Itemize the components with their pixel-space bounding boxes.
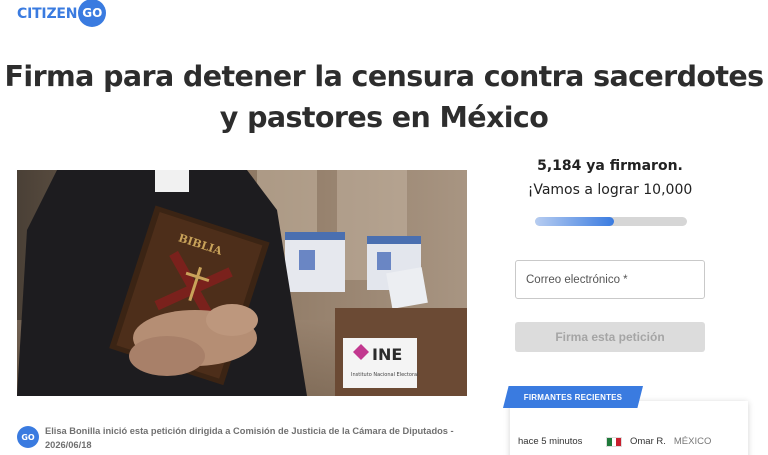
signature-goal: ¡Vamos a lograr 10,000 bbox=[527, 182, 693, 198]
email-field[interactable] bbox=[515, 260, 705, 299]
signature-count: 5,184 ya firmaron. bbox=[537, 158, 683, 174]
petition-title: Firma para detener la censura contra sac… bbox=[0, 56, 768, 138]
mexico-flag-icon bbox=[606, 436, 622, 447]
ine-subtitle-text: Instituto Nacional Electoral bbox=[351, 372, 418, 378]
recent-signer-country: MÉXICO bbox=[673, 436, 712, 447]
signature-progress-bar bbox=[535, 217, 687, 226]
author-avatar: GO bbox=[17, 426, 39, 448]
recent-signer-row: hace 5 minutos Omar R. MÉXICO bbox=[518, 436, 743, 447]
signature-progress-fill bbox=[535, 217, 614, 226]
citizengo-logo[interactable]: CITIZEN GO bbox=[17, 0, 107, 27]
ine-logo-text: INE bbox=[372, 345, 402, 364]
recent-signer-time: hace 5 minutos bbox=[518, 436, 583, 447]
author-text: Elisa Bonilla inició esta petición dirig… bbox=[45, 424, 454, 452]
petition-author: GO Elisa Bonilla inició esta petición di… bbox=[17, 424, 457, 452]
recent-signers-tab: FIRMANTES RECIENTES bbox=[503, 386, 643, 408]
author-line1: Elisa Bonilla inició esta petición dirig… bbox=[45, 426, 454, 436]
logo-go-circle: GO bbox=[78, 0, 107, 27]
logo-text: CITIZEN bbox=[17, 5, 78, 22]
author-line2: 2026/06/18 bbox=[45, 440, 92, 450]
petition-title-line2: y pastores en México bbox=[219, 101, 549, 134]
recent-signer-name: Omar R. bbox=[630, 436, 666, 447]
petition-title-line1: Firma para detener la censura contra sac… bbox=[4, 60, 765, 93]
petition-hero-image: INE Instituto Nacional Electoral BIBLIA bbox=[17, 170, 467, 396]
sign-petition-button[interactable]: Firma esta petición bbox=[515, 322, 705, 352]
